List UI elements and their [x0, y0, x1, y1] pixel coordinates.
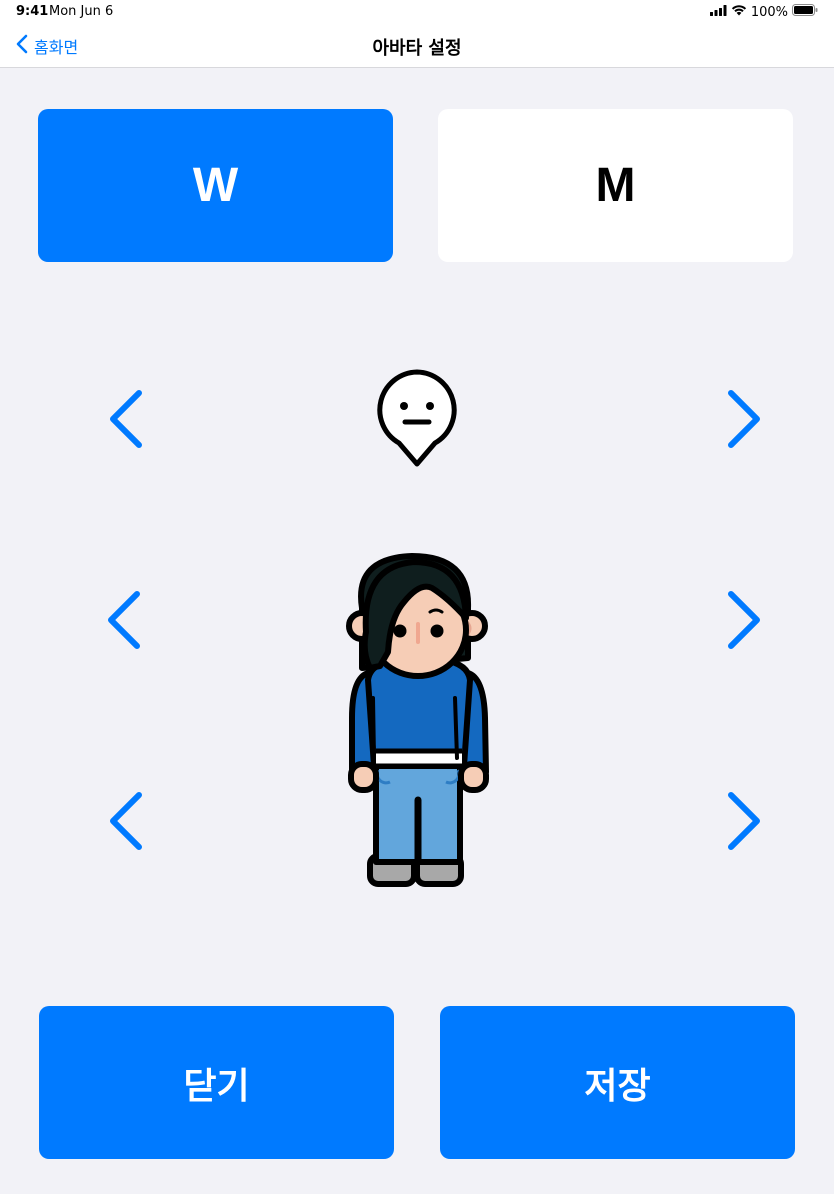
chevron-left-icon — [110, 390, 142, 448]
face-bubble-icon — [377, 369, 457, 467]
avatar-illustration — [346, 553, 489, 887]
page-title: 아바타 설정 — [372, 38, 462, 59]
status-bar: 9:41 Mon Jun 6 100% — [0, 0, 834, 24]
status-indicators: 100% — [709, 4, 818, 20]
close-button[interactable]: 닫기 — [39, 1006, 394, 1159]
chevron-right-icon — [728, 792, 760, 850]
gender-w-button[interactable]: W — [38, 109, 393, 262]
gender-m-button[interactable]: M — [438, 109, 793, 262]
avatar-figure — [340, 548, 500, 897]
status-time: 9:41 — [16, 4, 49, 19]
prev-expression-button[interactable] — [100, 384, 150, 454]
prev-top-button[interactable] — [98, 585, 148, 655]
chevron-left-icon — [108, 591, 140, 649]
chevron-left-icon — [110, 792, 142, 850]
chevron-right-icon — [728, 591, 760, 649]
save-button[interactable]: 저장 — [440, 1006, 795, 1159]
signal-icon — [709, 4, 727, 20]
battery-percent: 100% — [750, 4, 788, 20]
chevron-right-icon — [728, 390, 760, 448]
next-expression-button[interactable] — [720, 384, 770, 454]
status-date: Mon Jun 6 — [49, 4, 114, 19]
prev-bottom-button[interactable] — [100, 786, 150, 856]
next-top-button[interactable] — [720, 585, 770, 655]
next-bottom-button[interactable] — [720, 786, 770, 856]
expression-preview — [372, 366, 462, 474]
battery-icon — [792, 4, 818, 20]
wifi-icon — [731, 4, 747, 20]
navigation-bar: 홈화면 아바타 설정 — [0, 24, 834, 68]
